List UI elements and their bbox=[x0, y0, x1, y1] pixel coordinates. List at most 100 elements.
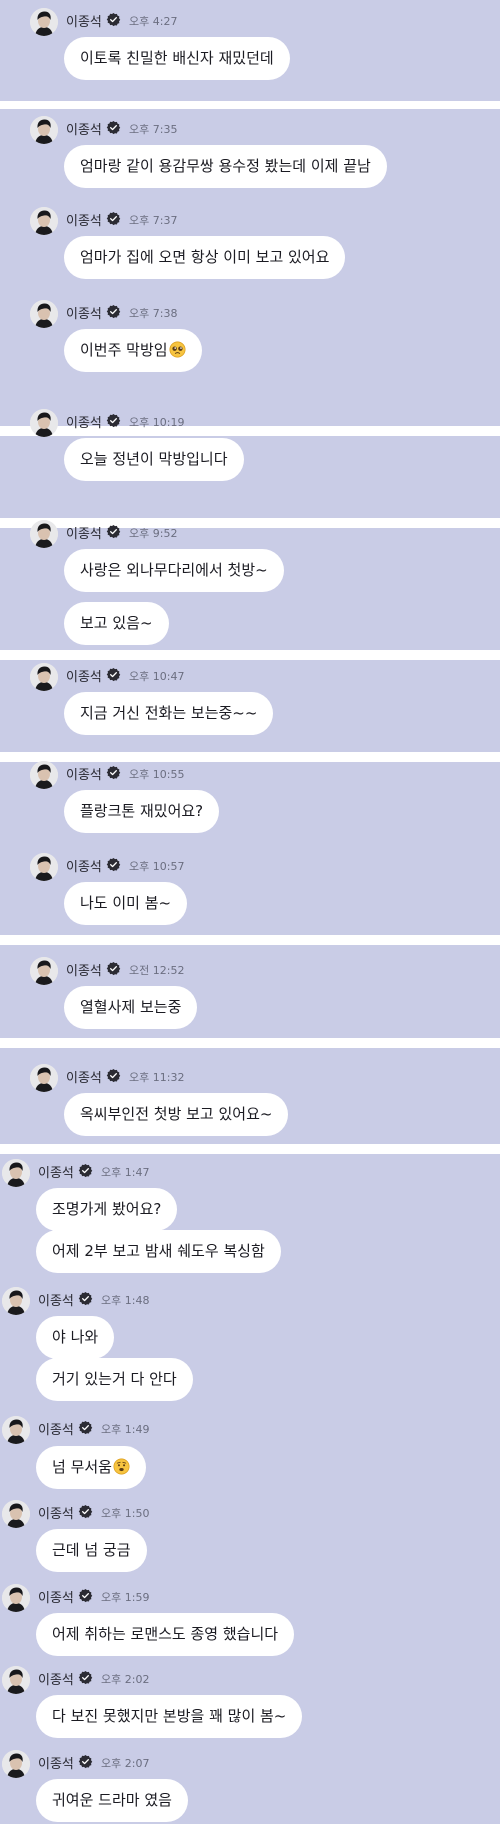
message-text: 오늘 정년이 막방입니다 bbox=[80, 450, 228, 468]
message-time: 오후 10:57 bbox=[129, 860, 185, 873]
avatar[interactable] bbox=[30, 761, 58, 789]
message-text: 이번주 막방임 bbox=[80, 341, 168, 359]
message-bubble[interactable]: 보고 있음~ bbox=[64, 602, 169, 645]
avatar[interactable] bbox=[2, 1666, 30, 1694]
sender-name: 이종석 bbox=[38, 1757, 74, 1772]
avatar[interactable] bbox=[30, 300, 58, 328]
message-time: 오후 1:47 bbox=[101, 1166, 150, 1179]
sender-name: 이종석 bbox=[66, 670, 102, 685]
verified-badge-icon bbox=[106, 12, 121, 27]
sender-name: 이종석 bbox=[66, 123, 102, 138]
sender-name: 이종석 bbox=[38, 1591, 74, 1606]
sender-name: 이종석 bbox=[66, 860, 102, 875]
message-bubble[interactable]: 야 나와 bbox=[36, 1316, 115, 1359]
message-text: 엄마가 집에 오면 항상 이미 보고 있어요 bbox=[80, 248, 330, 266]
verified-badge-icon bbox=[78, 1291, 93, 1306]
sender-name: 이종석 bbox=[66, 964, 102, 979]
message-text: 이토록 친밀한 배신자 재밌던데 bbox=[80, 49, 274, 67]
avatar[interactable] bbox=[2, 1416, 30, 1444]
message-time: 오후 7:35 bbox=[129, 123, 178, 136]
avatar[interactable] bbox=[30, 8, 58, 36]
avatar[interactable] bbox=[2, 1500, 30, 1528]
message-bubble[interactable]: 옥씨부인전 첫방 보고 있어요~ bbox=[64, 1093, 289, 1136]
verified-badge-icon bbox=[78, 1588, 93, 1603]
verified-badge-icon bbox=[78, 1420, 93, 1435]
message-text: 조명가게 봤어요? bbox=[52, 1200, 162, 1218]
message-text: 보고 있음~ bbox=[80, 614, 153, 632]
message-text: 귀여운 드라마 였음 bbox=[52, 1791, 172, 1809]
avatar[interactable] bbox=[30, 409, 58, 437]
message-bubble[interactable]: 어제 취하는 로맨스도 종영 했습니다 bbox=[36, 1613, 295, 1656]
avatar[interactable] bbox=[30, 853, 58, 881]
message-bubble[interactable]: 이번주 막방임 bbox=[64, 329, 202, 372]
sender-name: 이종석 bbox=[38, 1507, 74, 1522]
message-time: 오후 1:50 bbox=[101, 1507, 150, 1520]
message-bubble[interactable]: 열혈사제 보는중 bbox=[64, 986, 198, 1029]
avatar[interactable] bbox=[30, 207, 58, 235]
message-text: 플랑크톤 재밌어요? bbox=[80, 802, 204, 820]
verified-badge-icon bbox=[106, 857, 121, 872]
message-text: 다 보진 못했지만 본방을 꽤 많이 봄~ bbox=[52, 1707, 287, 1725]
message-time: 오후 10:19 bbox=[129, 416, 185, 429]
avatar[interactable] bbox=[30, 663, 58, 691]
message-time: 오후 1:59 bbox=[101, 1591, 150, 1604]
message-text: 지금 거신 전화는 보는중~~ bbox=[80, 704, 258, 722]
message-bubble[interactable]: 플랑크톤 재밌어요? bbox=[64, 790, 220, 833]
message-text: 야 나와 bbox=[52, 1328, 99, 1346]
message-time: 오후 10:55 bbox=[129, 768, 185, 781]
message-bubble[interactable]: 나도 이미 봄~ bbox=[64, 882, 188, 925]
avatar[interactable] bbox=[30, 520, 58, 548]
message-bubble[interactable]: 엄마가 집에 오면 항상 이미 보고 있어요 bbox=[64, 236, 346, 279]
sender-name: 이종석 bbox=[66, 416, 102, 431]
message-time: 오후 2:07 bbox=[101, 1757, 150, 1770]
sender-name: 이종석 bbox=[66, 1071, 102, 1086]
message-time: 오후 10:47 bbox=[129, 670, 185, 683]
verified-badge-icon bbox=[106, 211, 121, 226]
message-bubble[interactable]: 거기 있는거 다 안다 bbox=[36, 1358, 193, 1401]
message-bubble[interactable]: 이토록 친밀한 배신자 재밌던데 bbox=[64, 37, 290, 80]
avatar[interactable] bbox=[30, 116, 58, 144]
avatar[interactable] bbox=[2, 1750, 30, 1778]
message-text: 어제 취하는 로맨스도 종영 했습니다 bbox=[52, 1625, 279, 1643]
sender-name: 이종석 bbox=[38, 1294, 74, 1309]
message-time: 오후 1:48 bbox=[101, 1294, 150, 1307]
message-text: 옥씨부인전 첫방 보고 있어요~ bbox=[80, 1105, 273, 1123]
message-bubble[interactable]: 귀여운 드라마 였음 bbox=[36, 1779, 188, 1822]
message-bubble[interactable]: 지금 거신 전화는 보는중~~ bbox=[64, 692, 274, 735]
sender-name: 이종석 bbox=[66, 768, 102, 783]
avatar[interactable] bbox=[30, 957, 58, 985]
message-time: 오후 2:02 bbox=[101, 1673, 150, 1686]
avatar[interactable] bbox=[2, 1287, 30, 1315]
message-bubble[interactable]: 다 보진 못했지만 본방을 꽤 많이 봄~ bbox=[36, 1695, 303, 1738]
verified-badge-icon bbox=[78, 1754, 93, 1769]
message-text: 사랑은 외나무다리에서 첫방~ bbox=[80, 561, 268, 579]
message-time: 오후 9:52 bbox=[129, 527, 178, 540]
message-text: 나도 이미 봄~ bbox=[80, 894, 172, 912]
verified-badge-icon bbox=[78, 1163, 93, 1178]
message-bubble[interactable]: 오늘 정년이 막방입니다 bbox=[64, 438, 244, 481]
verified-badge-icon bbox=[106, 667, 121, 682]
message-bubble[interactable]: 넘 무서움 bbox=[36, 1446, 146, 1489]
verified-badge-icon bbox=[106, 765, 121, 780]
message-time: 오후 4:27 bbox=[129, 15, 178, 28]
avatar[interactable] bbox=[2, 1159, 30, 1187]
avatar[interactable] bbox=[30, 1064, 58, 1092]
pleading-face-emoji-icon bbox=[169, 341, 186, 358]
verified-badge-icon bbox=[106, 304, 121, 319]
message-time: 오후 7:38 bbox=[129, 307, 178, 320]
worried-face-emoji-icon bbox=[113, 1458, 130, 1475]
avatar[interactable] bbox=[2, 1584, 30, 1612]
message-bubble[interactable]: 근데 넘 궁금 bbox=[36, 1529, 147, 1572]
message-text: 거기 있는거 다 안다 bbox=[52, 1370, 177, 1388]
message-text: 열혈사제 보는중 bbox=[80, 998, 182, 1016]
sender-name: 이종석 bbox=[66, 214, 102, 229]
message-text: 근데 넘 궁금 bbox=[52, 1541, 131, 1559]
sender-name: 이종석 bbox=[66, 15, 102, 30]
message-bubble[interactable]: 엄마랑 같이 용감무쌍 용수정 봤는데 이제 끝남 bbox=[64, 145, 387, 188]
message-bubble[interactable]: 조명가게 봤어요? bbox=[36, 1188, 178, 1231]
verified-badge-icon bbox=[78, 1504, 93, 1519]
message-bubble[interactable]: 사랑은 외나무다리에서 첫방~ bbox=[64, 549, 284, 592]
verified-badge-icon bbox=[106, 1068, 121, 1083]
message-bubble[interactable]: 어제 2부 보고 밤새 쉐도우 복싱함 bbox=[36, 1230, 281, 1273]
message-time: 오후 7:37 bbox=[129, 214, 178, 227]
